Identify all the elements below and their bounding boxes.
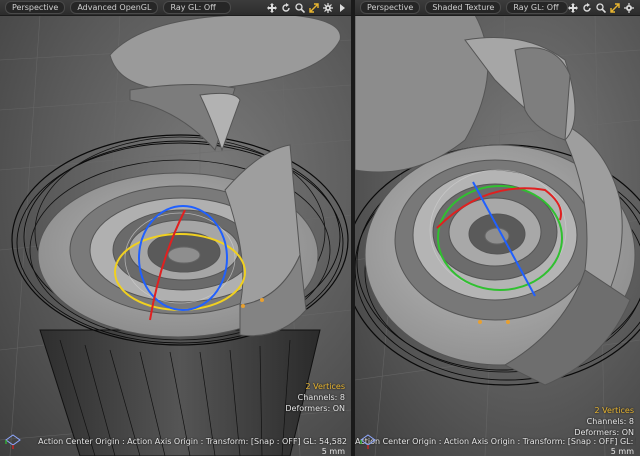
selected-vertex[interactable] [260, 298, 264, 302]
viewport-tools [266, 2, 351, 13]
status-line: Action Center Origin : Action Axis Origi… [38, 437, 347, 446]
grid-units: 5 mm [321, 447, 345, 456]
selection-count: 2 Vertices [594, 406, 634, 415]
menu-arrow-icon[interactable] [336, 2, 347, 13]
left-info-panel: 2 Vertices Channels: 8 Deformers: ON [285, 381, 345, 414]
ray-gl-button[interactable]: Ray GL: Off [163, 1, 231, 14]
deformers-info: Deformers: ON [285, 404, 345, 413]
viewport-tools [568, 2, 640, 13]
right-viewport-header: Perspective Shaded Texture Ray GL: Off [355, 0, 640, 16]
grid-units: 5 mm [610, 447, 634, 456]
channels-info: Channels: 8 [297, 393, 345, 402]
status-line: Action Center Origin : Action Axis Origi… [355, 437, 636, 446]
scoop-handle [109, 14, 341, 152]
right-3d-scene[interactable] [355, 0, 640, 456]
shading-mode-button[interactable]: Shaded Texture [425, 1, 502, 14]
spiral-plate [37, 144, 319, 338]
channels-info: Channels: 8 [586, 417, 634, 426]
fit-icon[interactable] [610, 2, 621, 13]
right-info-panel: 2 Vertices Channels: 8 Deformers: ON [574, 405, 634, 438]
move-icon[interactable] [266, 2, 277, 13]
settings-icon[interactable] [624, 2, 635, 13]
modo-viewport-window: Perspective Advanced OpenGL Ray GL: Off … [0, 0, 640, 456]
axis-widget-icon [5, 434, 21, 449]
rotate-icon[interactable] [280, 2, 291, 13]
selection-count: 2 Vertices [305, 382, 345, 391]
zoom-icon[interactable] [294, 2, 305, 13]
selected-vertex[interactable] [506, 320, 510, 324]
left-viewport-header: Perspective Advanced OpenGL Ray GL: Off [0, 0, 351, 16]
axis-widget-icon [360, 434, 376, 449]
move-icon[interactable] [568, 2, 579, 13]
ray-gl-button[interactable]: Ray GL: Off [506, 1, 568, 14]
settings-icon[interactable] [322, 2, 333, 13]
shading-mode-button[interactable]: Advanced OpenGL [70, 1, 159, 14]
left-viewport[interactable]: Perspective Advanced OpenGL Ray GL: Off … [0, 0, 351, 456]
right-viewport[interactable]: Perspective Shaded Texture Ray GL: Off 2… [355, 0, 640, 456]
fit-icon[interactable] [308, 2, 319, 13]
selected-vertex[interactable] [478, 320, 482, 324]
rotate-icon[interactable] [582, 2, 593, 13]
selected-vertex[interactable] [241, 304, 245, 308]
view-mode-button[interactable]: Perspective [5, 1, 66, 14]
zoom-icon[interactable] [596, 2, 607, 13]
view-mode-button[interactable]: Perspective [360, 1, 421, 14]
